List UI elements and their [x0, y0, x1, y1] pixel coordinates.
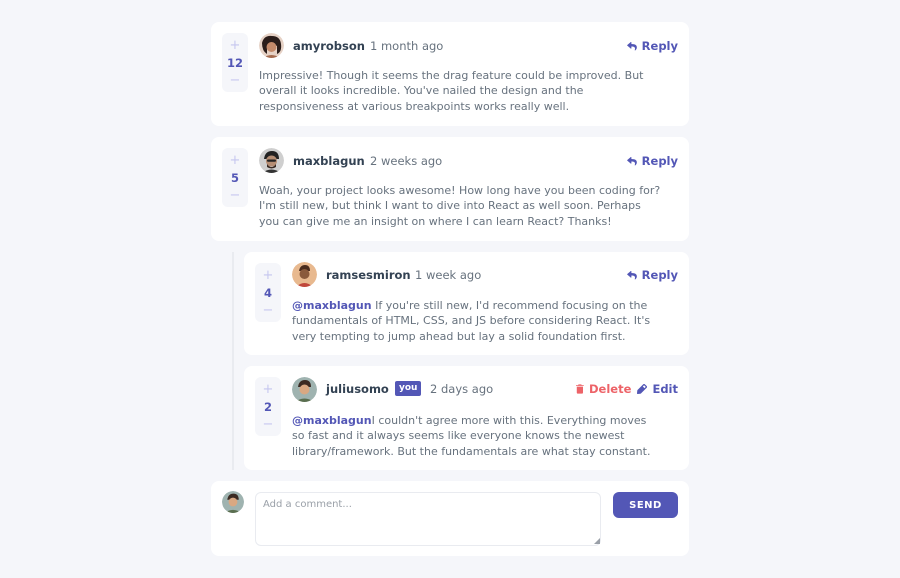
downvote-button[interactable]: −	[263, 416, 274, 433]
reply-label: Reply	[641, 39, 678, 53]
reply-icon	[626, 41, 637, 50]
comment-text: @maxblagunI couldn't agree more with thi…	[292, 413, 654, 459]
reply-button[interactable]: Reply	[626, 154, 678, 168]
comment-input[interactable]	[255, 492, 601, 546]
comment-text: Impressive! Though it seems the drag fea…	[259, 69, 644, 113]
reply-label: Reply	[641, 268, 678, 282]
reply-button[interactable]: Reply	[626, 39, 678, 53]
vote-control: + 5 −	[222, 148, 248, 207]
comment-timestamp: 1 week ago	[415, 268, 482, 282]
delete-button[interactable]: Delete	[576, 382, 631, 396]
avatar	[292, 377, 317, 402]
downvote-button[interactable]: −	[230, 187, 241, 204]
comment-username[interactable]: amyrobson	[293, 39, 365, 53]
vote-score: 12	[226, 56, 243, 70]
reply-icon	[626, 270, 637, 279]
comment-card: + 5 − maxblagun 2 weeks ago Reply Woah, …	[211, 137, 689, 241]
avatar	[259, 33, 284, 58]
avatar	[292, 262, 317, 287]
add-comment-card: SEND	[211, 481, 689, 556]
you-badge: you	[395, 381, 422, 396]
reply-icon	[626, 156, 637, 165]
comment-username[interactable]: maxblagun	[293, 154, 365, 168]
pencil-icon	[637, 384, 648, 394]
comment-text: Woah, your project looks awesome! How lo…	[259, 184, 661, 228]
upvote-button[interactable]: +	[230, 37, 241, 54]
send-button[interactable]: SEND	[613, 492, 678, 518]
comment-timestamp: 1 month ago	[370, 39, 444, 53]
downvote-button[interactable]: −	[263, 302, 274, 319]
reply-thread-line	[232, 252, 234, 470]
comment-timestamp: 2 weeks ago	[370, 154, 443, 168]
edit-label: Edit	[652, 382, 678, 396]
avatar	[259, 148, 284, 173]
vote-score: 4	[263, 286, 272, 300]
upvote-button[interactable]: +	[263, 381, 274, 398]
comment-username[interactable]: ramsesmiron	[326, 268, 411, 282]
mention-link[interactable]: @maxblagun	[292, 414, 372, 427]
upvote-button[interactable]: +	[230, 152, 241, 169]
reply-button[interactable]: Reply	[626, 268, 678, 282]
downvote-button[interactable]: −	[230, 72, 241, 89]
upvote-button[interactable]: +	[263, 267, 274, 284]
reply-label: Reply	[641, 154, 678, 168]
mention-link[interactable]: @maxblagun	[292, 299, 372, 312]
reply-card-own: + 2 − juliusomo you 2 days ago Delete Ed…	[244, 366, 689, 470]
resize-handle[interactable]	[594, 538, 600, 544]
comment-timestamp: 2 days ago	[430, 382, 494, 396]
comment-card: + 12 − amyrobson 1 month ago Reply Impre…	[211, 22, 689, 126]
vote-score: 5	[230, 171, 239, 185]
vote-score: 2	[263, 400, 272, 414]
edit-button[interactable]: Edit	[637, 382, 678, 396]
vote-control: + 12 −	[222, 33, 248, 92]
comment-text: @maxblagun If you're still new, I'd reco…	[292, 298, 662, 344]
trash-icon	[576, 384, 584, 394]
reply-card: + 4 − ramsesmiron 1 week ago Reply @maxb…	[244, 252, 689, 355]
vote-control: + 4 −	[255, 263, 281, 322]
vote-control: + 2 −	[255, 377, 281, 436]
current-user-avatar	[222, 491, 244, 513]
comment-username[interactable]: juliusomo	[326, 382, 389, 396]
delete-label: Delete	[589, 382, 632, 396]
